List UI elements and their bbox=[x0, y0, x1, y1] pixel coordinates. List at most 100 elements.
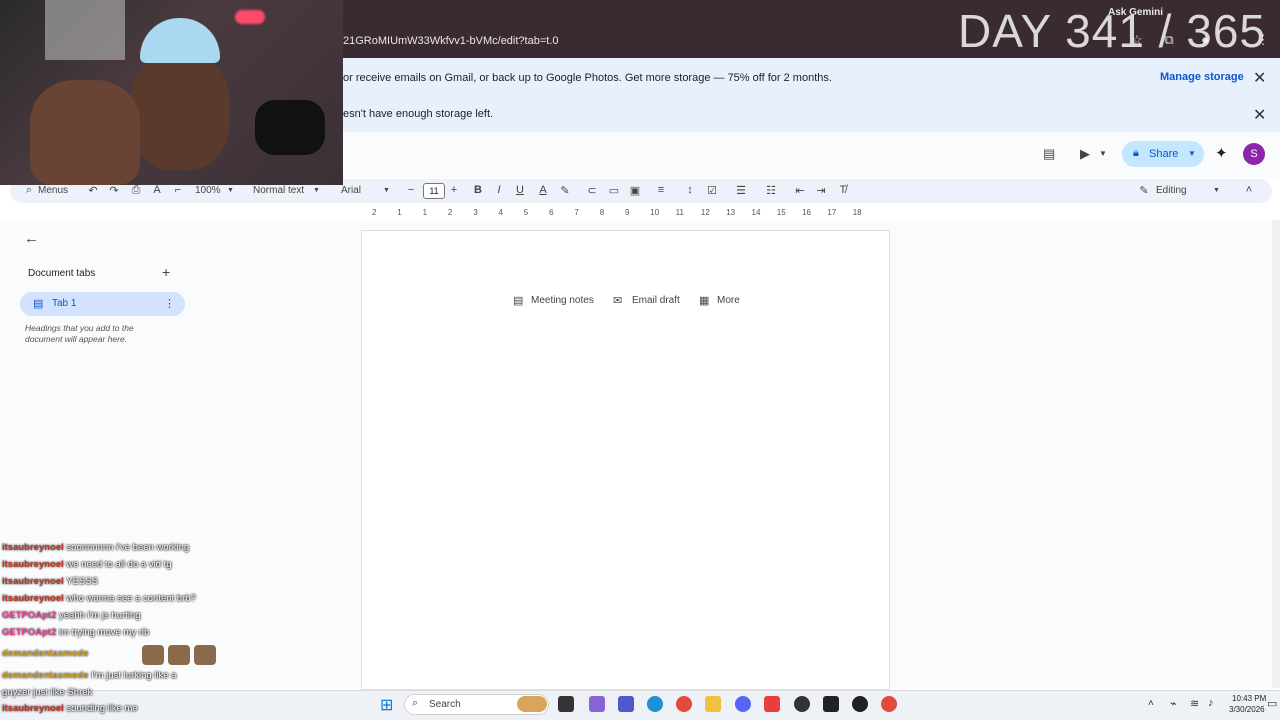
chat-text: soonnnnnn i've been working bbox=[66, 542, 190, 553]
increase-indent-icon[interactable]: ⇥ bbox=[814, 184, 828, 197]
pencil-icon: ✎ bbox=[1139, 185, 1149, 197]
ruler-number: 7 bbox=[574, 208, 579, 217]
decrease-indent-icon[interactable]: ⇤ bbox=[793, 184, 807, 197]
teams-icon[interactable] bbox=[618, 696, 634, 712]
chat-emote bbox=[142, 645, 164, 665]
highlight-icon[interactable]: ✎ bbox=[558, 184, 572, 197]
decrease-font-icon[interactable]: − bbox=[404, 184, 418, 196]
paint-format-icon[interactable]: ⌐ bbox=[171, 184, 185, 196]
chrome-icon[interactable] bbox=[676, 696, 692, 712]
address-bar-url[interactable]: 21GRoMIUmW33Wkfvv1-bVMc/edit?tab=t.0 bbox=[343, 35, 559, 47]
ruler-number: 4 bbox=[498, 208, 503, 217]
chevron-down-icon[interactable]: ▼ bbox=[1099, 149, 1107, 158]
chat-username[interactable]: itsaubreynoel bbox=[2, 593, 64, 604]
undo-icon[interactable]: ↶ bbox=[86, 184, 100, 197]
task-view-icon[interactable] bbox=[558, 696, 574, 712]
capcut-icon[interactable] bbox=[823, 696, 839, 712]
clear-formatting-icon[interactable]: T̸ bbox=[836, 184, 850, 196]
text-color-icon[interactable]: A bbox=[536, 184, 550, 196]
chat-username[interactable]: itsaubreynoel bbox=[2, 703, 64, 714]
checklist-icon[interactable]: ☑ bbox=[705, 184, 719, 197]
chat-message: guyzer just like Shrek bbox=[2, 687, 92, 698]
tab-1[interactable] bbox=[20, 292, 185, 316]
chat-username[interactable]: demandentasmode bbox=[2, 670, 89, 681]
chat-username[interactable]: demandentasmode bbox=[2, 648, 89, 659]
volume-icon[interactable]: ♪ bbox=[1208, 697, 1214, 709]
avatar[interactable]: S bbox=[1243, 143, 1265, 165]
chevron-down-icon[interactable]: ▼ bbox=[1188, 149, 1196, 158]
font-size-input[interactable]: 11 bbox=[423, 183, 445, 199]
widget-icon[interactable] bbox=[517, 696, 547, 712]
scrollbar[interactable] bbox=[1272, 220, 1280, 688]
ruler-number: 14 bbox=[751, 208, 761, 217]
chevron-down-icon[interactable]: ▼ bbox=[1213, 187, 1220, 194]
chevron-down-icon[interactable]: ▼ bbox=[227, 187, 234, 194]
font-select[interactable]: Arial bbox=[341, 185, 361, 196]
bullet-list-icon[interactable]: ☰ bbox=[734, 184, 748, 197]
chat-username[interactable]: itsaubreynoel bbox=[2, 559, 64, 570]
italic-icon[interactable]: I bbox=[492, 184, 506, 196]
ruler-number: 17 bbox=[827, 208, 837, 217]
close-icon[interactable]: ✕ bbox=[1253, 68, 1266, 88]
add-tab-icon[interactable]: + bbox=[162, 264, 170, 280]
ruler-number: 18 bbox=[852, 208, 862, 217]
chat-emote bbox=[168, 645, 190, 665]
notification-icon[interactable]: ▭ bbox=[1267, 697, 1277, 710]
chrome-icon[interactable] bbox=[881, 696, 897, 712]
spellcheck-icon[interactable]: A bbox=[150, 184, 164, 196]
network-icon[interactable]: ⌁ bbox=[1170, 697, 1177, 710]
wifi-icon[interactable]: ≋ bbox=[1190, 697, 1199, 710]
search-icon[interactable]: ⌕ bbox=[22, 184, 36, 197]
link-icon[interactable]: ⊂ bbox=[585, 184, 599, 197]
app-icon[interactable] bbox=[764, 696, 780, 712]
webcam-light bbox=[235, 10, 265, 24]
menus-label[interactable]: Menus bbox=[38, 185, 68, 196]
line-spacing-icon[interactable]: ↕ bbox=[683, 184, 697, 196]
chevron-down-icon[interactable]: ▼ bbox=[313, 187, 320, 194]
back-arrow-icon[interactable]: ← bbox=[24, 230, 39, 247]
chevron-up-icon[interactable]: ˄ bbox=[1148, 698, 1154, 709]
bold-icon[interactable]: B bbox=[471, 184, 485, 196]
zoom-select[interactable]: 100% bbox=[195, 185, 221, 196]
print-icon[interactable]: ⎙ bbox=[129, 184, 143, 197]
mode-select[interactable]: Editing bbox=[1156, 185, 1187, 196]
document-page[interactable] bbox=[361, 230, 890, 690]
close-icon[interactable]: ✕ bbox=[1253, 105, 1266, 125]
chat-message: itsaubreynoel sounding like me bbox=[2, 703, 138, 714]
file-explorer-icon[interactable] bbox=[705, 696, 721, 712]
discord-icon[interactable] bbox=[735, 696, 751, 712]
app-icon[interactable] bbox=[852, 696, 868, 712]
collapse-toolbar-icon[interactable]: ˄ bbox=[1242, 184, 1256, 196]
windows-start-icon[interactable]: ⊞ bbox=[380, 695, 393, 715]
underline-icon[interactable]: U bbox=[513, 184, 527, 196]
chat-username[interactable]: itsaubreynoel bbox=[2, 576, 64, 587]
chat-username[interactable]: itsaubreynoel bbox=[2, 542, 64, 553]
chat-username[interactable]: GETPOApt2 bbox=[2, 627, 56, 638]
copilot-icon[interactable] bbox=[589, 696, 605, 712]
numbered-list-icon[interactable]: ☷ bbox=[764, 184, 778, 197]
obs-icon[interactable] bbox=[794, 696, 810, 712]
share-label: Share bbox=[1149, 148, 1179, 160]
chevron-down-icon[interactable]: ▼ bbox=[383, 187, 390, 194]
meet-icon[interactable]: ▶ bbox=[1080, 146, 1090, 162]
storage-offer-text: or receive emails on Gmail, or back up t… bbox=[343, 72, 832, 84]
manage-storage-link[interactable]: Manage storage bbox=[1160, 71, 1244, 83]
edge-icon[interactable] bbox=[647, 696, 663, 712]
gemini-sparkle-icon[interactable]: ✦ bbox=[1215, 144, 1228, 162]
image-icon[interactable]: ▣ bbox=[628, 184, 642, 197]
clock-time[interactable]: 10:43 PM bbox=[1232, 694, 1266, 703]
comment-add-icon[interactable]: ▭ bbox=[607, 184, 621, 197]
tab-1-label: Tab 1 bbox=[52, 298, 77, 309]
ruler-number: 3 bbox=[473, 208, 478, 217]
style-select[interactable]: Normal text bbox=[253, 185, 304, 196]
more-vert-icon[interactable]: ⋮ bbox=[164, 297, 175, 310]
increase-font-icon[interactable]: + bbox=[447, 184, 461, 196]
ruler-number: 2 bbox=[372, 208, 377, 217]
ruler-number: 13 bbox=[726, 208, 736, 217]
chat-username[interactable]: GETPOApt2 bbox=[2, 610, 56, 621]
clock-date[interactable]: 3/30/2026 bbox=[1229, 705, 1265, 714]
comment-icon[interactable]: ▤ bbox=[1043, 146, 1055, 162]
redo-icon[interactable]: ↷ bbox=[107, 184, 121, 197]
align-icon[interactable]: ≡ bbox=[654, 184, 668, 196]
search-icon: ⌕ bbox=[412, 697, 419, 709]
